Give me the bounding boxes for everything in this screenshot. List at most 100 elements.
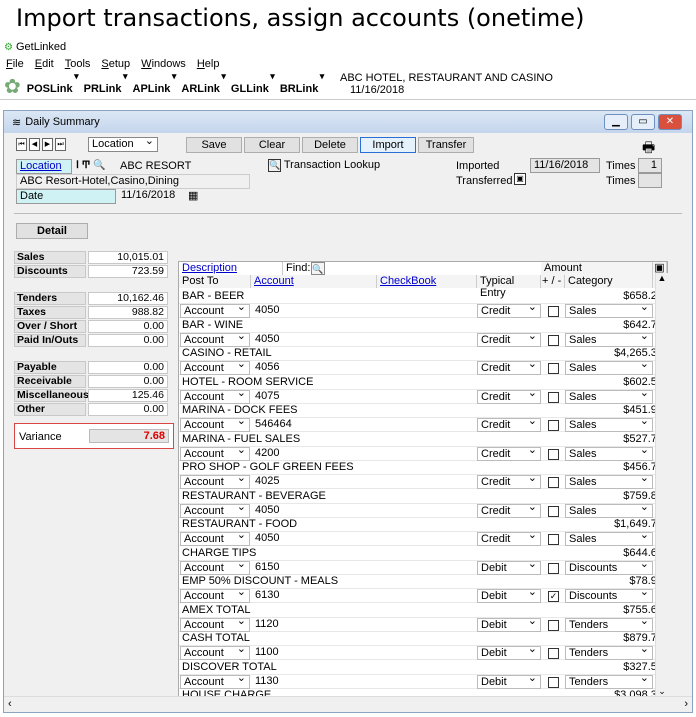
account-number[interactable]: 4056 — [255, 361, 279, 374]
account-number[interactable]: 4050 — [255, 532, 279, 545]
prlink-button[interactable]: PRLink — [84, 71, 128, 99]
menu-file[interactable]: File — [6, 58, 24, 70]
typical-entry-select[interactable]: Debit — [477, 586, 541, 603]
category-select[interactable]: Tenders — [565, 672, 653, 689]
find-search-icon[interactable]: 🔍 — [311, 262, 325, 275]
sign-checkbox[interactable] — [548, 448, 559, 460]
category-select[interactable]: Sales — [565, 415, 653, 432]
next-record-icon[interactable]: ▶ — [42, 138, 53, 151]
typical-entry-select[interactable]: Debit — [477, 643, 541, 660]
aplink-button[interactable]: APLink — [133, 71, 177, 99]
typical-entry-select[interactable]: Debit — [477, 615, 541, 632]
import-button[interactable]: Import — [360, 137, 416, 153]
last-record-icon[interactable]: ⏭ — [55, 138, 66, 151]
account-number[interactable]: 1120 — [255, 618, 279, 631]
account-number[interactable]: 6150 — [255, 561, 279, 574]
sign-checkbox[interactable]: ✓ — [548, 591, 559, 602]
typical-entry-select[interactable]: Credit — [477, 387, 541, 404]
sign-checkbox[interactable] — [548, 534, 559, 545]
minimize-icon[interactable]: ▁ — [604, 114, 628, 130]
sign-checkbox[interactable] — [548, 619, 559, 631]
menu-edit[interactable]: Edit — [35, 58, 54, 70]
account-number[interactable]: 6130 — [255, 589, 279, 602]
account-number[interactable]: 4050 — [255, 504, 279, 517]
sign-checkbox[interactable] — [548, 676, 559, 688]
account-number[interactable]: 1100 — [255, 646, 279, 659]
typical-entry-select[interactable]: Credit — [477, 301, 541, 318]
first-record-icon[interactable]: ⏮ — [16, 138, 27, 151]
typical-entry-select[interactable]: Debit — [477, 672, 541, 689]
poslink-button[interactable]: POSLink — [27, 71, 79, 99]
sign-checkbox[interactable] — [548, 562, 559, 574]
clear-button[interactable]: Clear — [244, 137, 300, 153]
post-to-select[interactable]: Account — [180, 586, 250, 603]
save-button[interactable]: Save — [186, 137, 242, 153]
brlink-button[interactable]: BRLink — [280, 71, 324, 99]
lookup-dropdown[interactable]: Location — [88, 135, 158, 152]
post-to-select[interactable]: Account — [180, 415, 250, 432]
menu-tools[interactable]: Tools — [65, 58, 91, 70]
post-to-select[interactable]: Account — [180, 472, 250, 489]
location-link[interactable]: Location — [16, 159, 72, 174]
category-select[interactable]: Sales — [565, 444, 653, 461]
transaction-lookup-button[interactable]: 🔍 Transaction Lookup — [268, 159, 380, 172]
prev-record-icon[interactable]: ◀ — [29, 138, 40, 151]
category-select[interactable]: Discounts — [565, 586, 653, 603]
sign-checkbox[interactable] — [548, 505, 559, 517]
sign-checkbox[interactable] — [548, 306, 559, 317]
post-to-select[interactable]: Account — [180, 615, 250, 632]
typical-entry-select[interactable]: Credit — [477, 330, 541, 347]
account-number[interactable]: 1130 — [255, 675, 279, 688]
horizontal-scrollbar[interactable]: ‹ › — [4, 696, 692, 712]
scroll-left-icon[interactable]: ‹ — [8, 698, 12, 710]
category-select[interactable]: Tenders — [565, 615, 653, 632]
typical-entry-select[interactable]: Debit — [477, 558, 541, 575]
typical-entry-select[interactable]: Credit — [477, 472, 541, 489]
calendar-icon[interactable]: ▦ — [188, 189, 198, 202]
location-tool-icons[interactable]: Ⅰ Ͳ 🔍 — [76, 160, 106, 171]
post-to-select[interactable]: Account — [180, 501, 250, 518]
menu-help[interactable]: Help — [197, 58, 220, 70]
description-header[interactable]: Description — [179, 262, 283, 275]
sign-checkbox[interactable] — [548, 334, 559, 346]
account-number[interactable]: 4050 — [255, 304, 279, 317]
close-icon[interactable]: ✕ — [658, 114, 682, 130]
post-to-select[interactable]: Account — [180, 301, 250, 318]
transferred-checkbox-icon[interactable]: ▣ — [514, 173, 526, 185]
category-select[interactable]: Sales — [565, 529, 653, 546]
sign-checkbox[interactable] — [548, 420, 559, 431]
post-to-select[interactable]: Account — [180, 672, 250, 689]
category-select[interactable]: Sales — [565, 358, 653, 375]
account-number[interactable]: 4050 — [255, 333, 279, 346]
vertical-scrollbar[interactable]: ▲ ⌄ — [655, 273, 668, 711]
sign-checkbox[interactable] — [548, 648, 559, 659]
delete-button[interactable]: Delete — [302, 137, 358, 153]
arlink-button[interactable]: ARLink — [181, 71, 225, 99]
account-number[interactable]: 4025 — [255, 475, 279, 488]
menu-windows[interactable]: Windows — [141, 58, 186, 70]
account-number[interactable]: 546464 — [255, 418, 292, 431]
typical-entry-select[interactable]: Credit — [477, 501, 541, 518]
transfer-button[interactable]: Transfer — [418, 137, 474, 153]
category-select[interactable]: Sales — [565, 501, 653, 518]
post-to-select[interactable]: Account — [180, 358, 250, 375]
scroll-right-icon[interactable]: › — [684, 698, 688, 710]
typical-entry-select[interactable]: Credit — [477, 415, 541, 432]
category-select[interactable]: Sales — [565, 472, 653, 489]
sign-checkbox[interactable] — [548, 477, 559, 488]
date-field[interactable]: 11/16/2018 — [118, 189, 198, 204]
post-to-select[interactable]: Account — [180, 643, 250, 660]
post-to-select[interactable]: Account — [180, 444, 250, 461]
typical-entry-select[interactable]: Credit — [477, 358, 541, 375]
find-input[interactable] — [325, 262, 541, 275]
typical-entry-select[interactable]: Credit — [477, 529, 541, 546]
menu-setup[interactable]: Setup — [101, 58, 130, 70]
sign-checkbox[interactable] — [548, 391, 559, 403]
scroll-up-icon[interactable]: ▲ — [656, 273, 668, 283]
post-to-select[interactable]: Account — [180, 330, 250, 347]
category-select[interactable]: Sales — [565, 330, 653, 347]
sign-checkbox[interactable] — [548, 363, 559, 374]
post-to-select[interactable]: Account — [180, 558, 250, 575]
post-to-select[interactable]: Account — [180, 387, 250, 404]
account-number[interactable]: 4075 — [255, 390, 279, 403]
